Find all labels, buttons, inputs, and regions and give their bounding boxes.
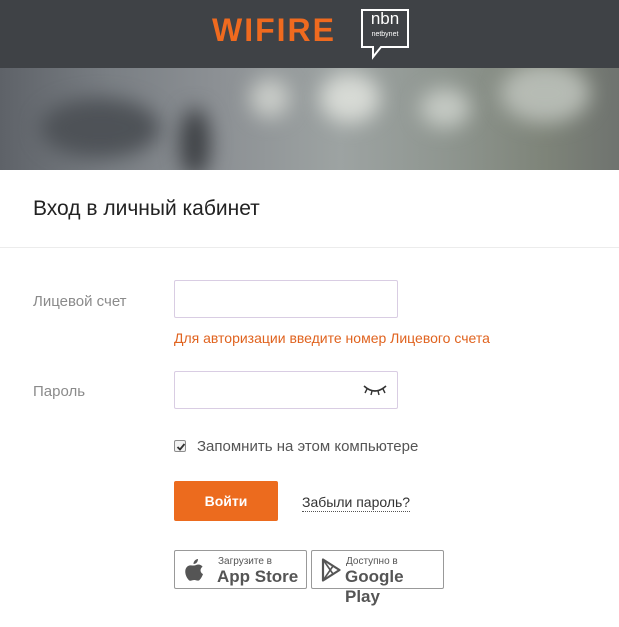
account-error-message: Для авторизации введите номер Лицевого с… — [174, 330, 490, 346]
remember-checkbox[interactable] — [174, 440, 186, 452]
apple-icon — [185, 559, 203, 581]
remember-label[interactable]: Запомнить на этом компьютере — [197, 437, 418, 457]
app-store-button[interactable]: Загрузите в App Store — [174, 550, 307, 589]
wifire-logo[interactable]: WIFIRE — [212, 10, 336, 50]
google-play-button[interactable]: Доступно в Google Play — [311, 550, 444, 606]
app-store-title: App Store — [217, 567, 299, 586]
account-input[interactable] — [174, 280, 398, 318]
hero-banner-image — [0, 68, 619, 170]
google-play-icon — [321, 558, 341, 582]
login-button[interactable]: Войти — [174, 481, 278, 521]
divider — [0, 247, 619, 248]
nbn-logo-subtext: netbynet — [371, 31, 399, 38]
password-label: Пароль — [33, 383, 86, 400]
site-header: WIFIRE nbn netbynet — [0, 0, 619, 68]
forgot-password-link[interactable]: Забыли пароль? — [302, 493, 411, 512]
account-label: Лицевой счет — [33, 293, 127, 310]
checkmark-icon — [176, 443, 186, 451]
nbn-logo-text: nbn — [370, 9, 400, 28]
page-title: Вход в личный кабинет — [33, 197, 260, 220]
show-password-icon[interactable] — [362, 380, 388, 398]
google-play-title: Google Play — [345, 567, 404, 606]
